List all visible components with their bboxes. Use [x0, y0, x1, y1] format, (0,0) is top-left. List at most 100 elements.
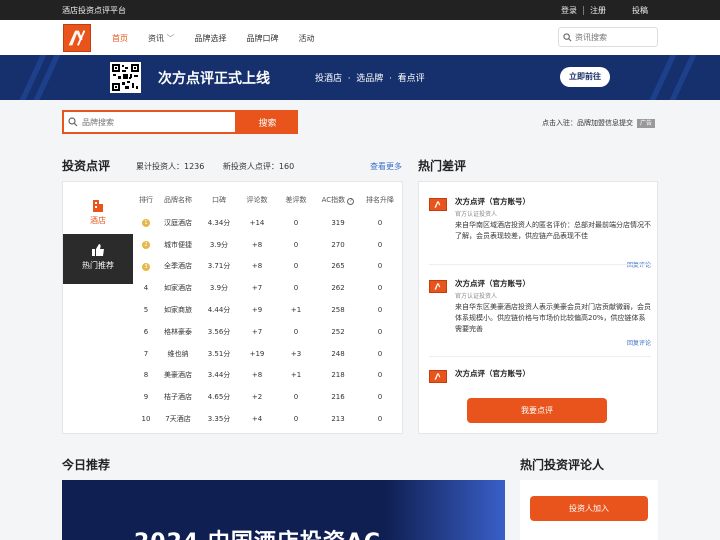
rating: 3.9分	[209, 240, 229, 249]
review-count: +8	[251, 262, 263, 271]
table-row[interactable]: 2 城市便捷 3.9分 +8 0 270 0	[136, 234, 401, 256]
nav-item-events[interactable]: 活动	[299, 33, 315, 44]
brand-name: 美豪酒店	[164, 371, 192, 380]
brand-name: 如家商旅	[164, 306, 192, 315]
ac-index: 248	[331, 349, 345, 358]
brand-entry[interactable]: 点击入驻：品牌加盟信息提交 广告	[542, 118, 656, 128]
bad-review-count: 0	[293, 240, 299, 249]
table-row[interactable]: 4 如家酒店 3.9分 +7 0 262 0	[136, 277, 401, 299]
rank-change: 0	[377, 371, 383, 380]
rank-number: 8	[143, 371, 149, 380]
rank-change: 0	[377, 262, 383, 271]
rank-number: 6	[143, 327, 149, 336]
table-row[interactable]: 6 格林豪泰 3.56分 +7 0 252 0	[136, 321, 401, 343]
reviewer-name[interactable]: 次方点评（官方账号）	[455, 368, 530, 379]
reviewer-tag: 官方认证投资人	[455, 293, 498, 300]
rank-number: 5	[143, 306, 149, 315]
promo-banner[interactable]: 次方点评正式上线 投酒店 · 选品牌 · 看点评 立即前往	[0, 55, 720, 100]
table-row[interactable]: 8 美豪酒店 3.44分 +8 +1 218 0	[136, 365, 401, 387]
nav-item-news[interactable]: 资讯 ﹀	[148, 33, 175, 44]
investor-join-button[interactable]: 投资人加入	[530, 496, 648, 521]
review-text: 来自华南区域酒店投资人的匿名评价：总部对最前端分店情况不了解，会员表现较差，供应…	[455, 221, 651, 240]
ac-index: 270	[331, 240, 345, 249]
bad-review-count: 0	[293, 327, 299, 336]
review-count: +4	[251, 415, 263, 424]
ad-badge: 广告	[637, 119, 656, 128]
table-row[interactable]: 7 维也纳 3.51分 +19 +3 248 0	[136, 343, 401, 365]
hot-bad-reviews-panel: 次方点评（官方账号） 官方认证投资人 来自华南区域酒店投资人的匿名评价：总部对最…	[418, 181, 658, 434]
brand-search	[62, 110, 237, 134]
reply-link[interactable]: 回复评论	[627, 338, 651, 347]
rank-change: 0	[377, 393, 383, 402]
reviewer-avatar	[429, 370, 447, 383]
review-count: +19	[249, 349, 265, 358]
reviewer-name[interactable]: 次方点评（官方账号）	[455, 196, 530, 207]
table-row[interactable]: 9 桔子酒店 4.65分 +2 0 216 0	[136, 386, 401, 408]
recommend-banner-image[interactable]: 2024 中国酒店投资AC	[62, 480, 505, 540]
medal-icon: 1	[142, 219, 150, 228]
brand-entry-link[interactable]: 点击入驻：品牌加盟信息提交	[542, 119, 633, 127]
nav-menu: 首页 资讯 ﹀ 品牌选择 品牌口碑 活动	[112, 33, 335, 44]
brand-name: 汉庭酒店	[164, 218, 192, 227]
rating: 4.34分	[207, 218, 231, 227]
invest-stats: 累计投资人：1236 新投资人点评：160	[136, 161, 310, 172]
search-icon	[563, 32, 572, 41]
recommend-image-text: 2024 中国酒店投资AC	[134, 524, 381, 540]
nav-item-home[interactable]: 首页	[112, 33, 128, 44]
hot-commentators-title: 热门投资评论人	[520, 458, 605, 472]
site-logo[interactable]	[63, 24, 91, 52]
ac-index: 216	[331, 393, 345, 402]
table-row[interactable]: 3 全季酒店 3.71分 +8 0 265 0	[136, 256, 401, 278]
rating: 3.9分	[209, 284, 229, 293]
brand-name: 7天酒店	[165, 415, 191, 424]
rating: 3.35分	[207, 415, 231, 424]
table-row[interactable]: 10 7天酒店 3.35分 +4 0 213 0	[136, 408, 401, 430]
review-count: +9	[251, 306, 263, 315]
rating: 3.44分	[207, 371, 231, 380]
qr-code	[110, 62, 141, 93]
site-name: 酒店投资点评平台	[62, 6, 126, 15]
table-row[interactable]: 1 汉庭酒店 4.34分 +14 0 319 0	[136, 212, 401, 234]
category-tab-hot[interactable]: 热门推荐	[63, 234, 133, 284]
reviewer-name[interactable]: 次方点评（官方账号）	[455, 278, 530, 289]
reviewer-avatar	[429, 280, 447, 293]
rating: 3.56分	[207, 327, 231, 336]
ac-index: 265	[331, 262, 345, 271]
help-icon[interactable]: ?	[347, 198, 355, 205]
bad-review-count: 0	[293, 262, 299, 271]
go-now-button[interactable]: 立即前往	[560, 67, 610, 87]
submit-article-link[interactable]: 投稿	[626, 5, 654, 16]
news-search-input[interactable]	[575, 32, 655, 42]
brand-search-input[interactable]	[82, 117, 232, 127]
divider	[429, 264, 651, 265]
medal-icon: 2	[142, 241, 150, 250]
bad-review-count: 0	[293, 284, 299, 293]
rank-number: 9	[143, 393, 149, 402]
rank-change: 0	[377, 327, 383, 336]
brand-search-button[interactable]: 搜索	[237, 110, 298, 134]
review-count: +8	[251, 371, 263, 380]
news-search	[558, 27, 658, 47]
account-links: 登录 注册 投稿	[555, 5, 654, 16]
table-row[interactable]: 5 如家商旅 4.44分 +9 +1 258 0	[136, 299, 401, 321]
view-more-link[interactable]: 查看更多	[370, 161, 402, 172]
ranking-table: 排行 品牌名称 口碑 评论数 差评数 AC指数 ? 排名升降 1 汉庭酒店 4.34…	[136, 194, 401, 430]
bad-review-count: 0	[293, 218, 299, 227]
review-count: +2	[251, 393, 263, 402]
brand-name: 维也纳	[167, 349, 189, 358]
rank-change: 0	[377, 415, 383, 424]
bad-review-count: +1	[290, 306, 302, 315]
rating: 3.71分	[207, 262, 231, 271]
write-review-button[interactable]: 我要点评	[467, 398, 607, 423]
nav-item-brand-select[interactable]: 品牌选择	[195, 33, 227, 44]
review-card: 次方点评（官方账号）	[429, 368, 651, 388]
nav-item-brand-reputation[interactable]: 品牌口碑	[247, 33, 279, 44]
reviewer-tag: 官方认证投资人	[455, 211, 498, 218]
search-icon	[68, 117, 78, 127]
rating: 4.44分	[207, 306, 231, 315]
category-tab-hotel[interactable]: 酒店	[63, 189, 133, 239]
login-link[interactable]: 登录	[555, 5, 583, 16]
rating: 3.51分	[207, 349, 231, 358]
thumbs-up-icon	[92, 244, 104, 256]
register-link[interactable]: 注册	[584, 5, 612, 16]
